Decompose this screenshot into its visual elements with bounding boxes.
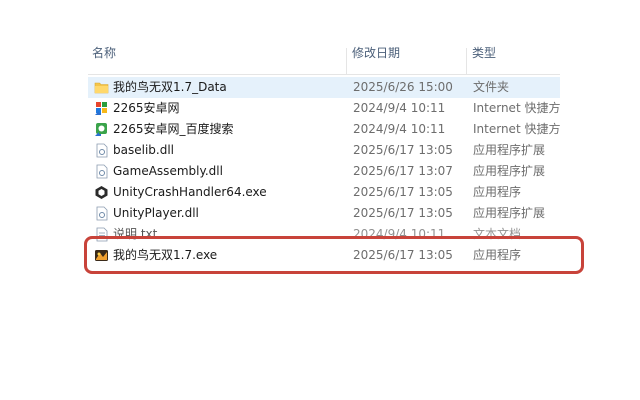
unity-icon — [95, 186, 108, 199]
file-name: UnityPlayer.dll — [113, 206, 199, 220]
file-name: 2265安卓网 — [113, 101, 180, 115]
file-date: 2024/9/4 10:11 — [353, 227, 446, 241]
file-type: 应用程序扩展 — [473, 206, 546, 220]
file-explorer-list: 名称 修改日期 类型 我的鸟无双1.7_Data 2025/6/26 15:00… — [88, 44, 560, 284]
column-separator[interactable] — [466, 48, 467, 74]
file-row-internet-shortcut[interactable]: 2265安卓网_百度搜索 2024/9/4 10:11 Internet 快捷方… — [88, 119, 560, 140]
file-date: 2025/6/17 13:05 — [353, 206, 453, 220]
file-type: Internet 快捷方式 — [473, 101, 560, 115]
file-row-dll[interactable]: UnityPlayer.dll 2025/6/17 13:05 应用程序扩展 — [88, 203, 560, 224]
file-type: 应用程序 — [473, 185, 522, 199]
file-name: 2265安卓网_百度搜索 — [113, 122, 234, 136]
file-row-game-exe[interactable]: 我的鸟无双1.7.exe 2025/6/17 13:05 应用程序 — [88, 245, 560, 266]
file-type: 应用程序扩展 — [473, 143, 546, 157]
file-row-exe[interactable]: UnityCrashHandler64.exe 2025/6/17 13:05 … — [88, 182, 560, 203]
column-type[interactable]: 类型 — [472, 44, 560, 64]
internet-shortcut-icon — [95, 102, 107, 115]
file-date: 2025/6/26 15:00 — [353, 80, 453, 94]
file-type: 文本文档 — [473, 227, 522, 241]
file-date: 2024/9/4 10:11 — [353, 101, 446, 115]
file-name: baselib.dll — [113, 143, 174, 157]
file-date: 2025/6/17 13:07 — [353, 164, 453, 178]
file-type: 应用程序扩展 — [473, 164, 546, 178]
column-name[interactable]: 名称 — [92, 44, 342, 64]
file-name: UnityCrashHandler64.exe — [113, 185, 267, 199]
file-row-text[interactable]: 说明.txt 2024/9/4 10:11 文本文档 — [88, 224, 560, 245]
file-type: 文件夹 — [473, 80, 510, 94]
file-date: 2024/9/4 10:11 — [353, 122, 446, 136]
game-exe-icon — [95, 250, 108, 261]
file-date: 2025/6/17 13:05 — [353, 143, 453, 157]
column-header: 名称 修改日期 类型 — [88, 46, 560, 75]
file-row-dll[interactable]: GameAssembly.dll 2025/6/17 13:07 应用程序扩展 — [88, 161, 560, 182]
dll-icon — [96, 164, 108, 179]
file-name: 说明.txt — [113, 227, 158, 241]
file-row-internet-shortcut[interactable]: 2265安卓网 2024/9/4 10:11 Internet 快捷方式 — [88, 98, 560, 119]
column-separator[interactable] — [346, 48, 347, 74]
file-type: Internet 快捷方式 — [473, 122, 560, 136]
column-date-modified[interactable]: 修改日期 — [352, 44, 462, 64]
internet-shortcut-icon — [95, 123, 107, 136]
text-file-icon — [96, 227, 108, 242]
folder-icon — [94, 82, 109, 94]
file-date: 2025/6/17 13:05 — [353, 185, 453, 199]
dll-icon — [96, 206, 108, 221]
file-date: 2025/6/17 13:05 — [353, 248, 453, 262]
file-name: 我的鸟无双1.7.exe — [113, 248, 218, 262]
file-name: GameAssembly.dll — [113, 164, 223, 178]
right-crop-mask — [560, 40, 640, 400]
dll-icon — [96, 143, 108, 158]
file-name: 我的鸟无双1.7_Data — [113, 80, 227, 94]
file-row-dll[interactable]: baselib.dll 2025/6/17 13:05 应用程序扩展 — [88, 140, 560, 161]
file-type: 应用程序 — [473, 248, 522, 262]
file-row-folder[interactable]: 我的鸟无双1.7_Data 2025/6/26 15:00 文件夹 — [88, 77, 560, 98]
file-rows: 我的鸟无双1.7_Data 2025/6/26 15:00 文件夹 2265安卓… — [88, 77, 560, 266]
